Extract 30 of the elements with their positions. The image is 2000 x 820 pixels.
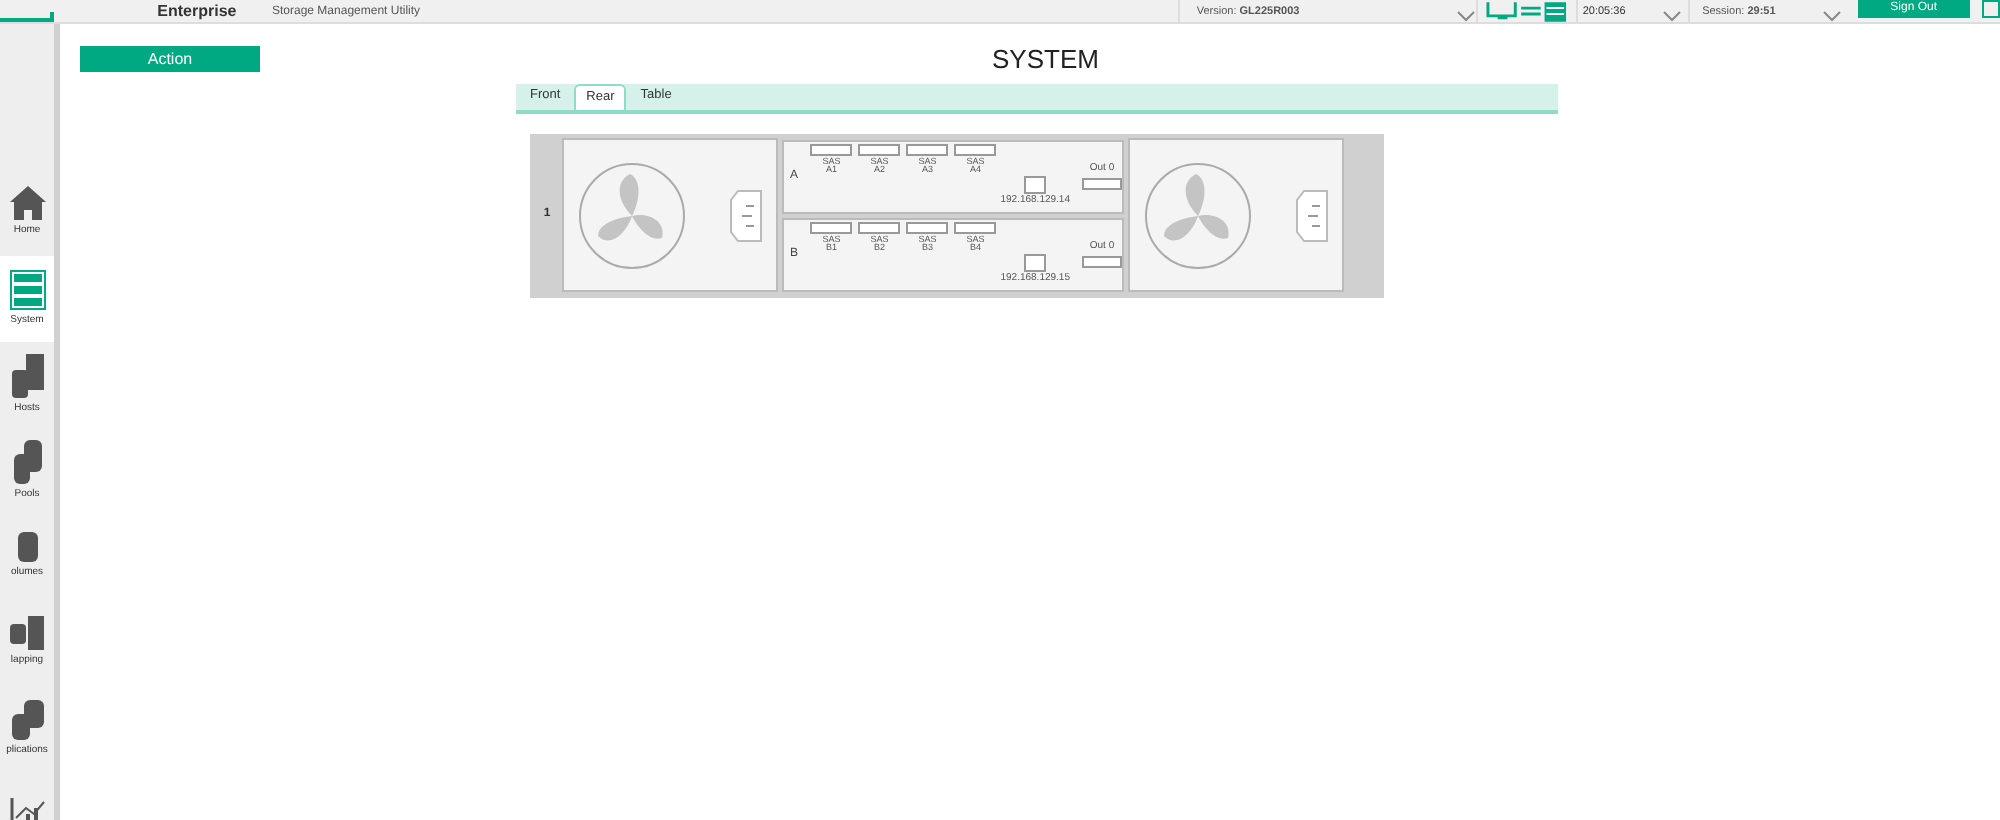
cylinder-icon: [17, 532, 37, 563]
help-button[interactable]: [1981, 0, 2000, 18]
storage-system-icon[interactable]: [1486, 2, 1569, 22]
sas-port[interactable]: [858, 143, 901, 155]
power-socket-icon: [730, 189, 762, 241]
sas-port[interactable]: [906, 143, 949, 155]
cylinders-icon: [13, 439, 41, 484]
chevron-down-icon[interactable]: [1822, 10, 1843, 22]
sas-port[interactable]: [906, 221, 949, 233]
power-socket-icon: [1296, 189, 1328, 241]
sas-port[interactable]: [954, 221, 997, 233]
servers-icon: [11, 353, 43, 398]
sas-port[interactable]: [810, 143, 853, 155]
chevron-down-icon[interactable]: [1662, 10, 1683, 22]
ethernet-port[interactable]: [1024, 254, 1047, 272]
out-port[interactable]: [1082, 256, 1122, 269]
rack-icon: [9, 269, 45, 310]
sas-port[interactable]: [858, 221, 901, 233]
brand-name: Enterprise: [157, 2, 239, 22]
ethernet-port[interactable]: [1024, 176, 1047, 194]
mapping-icon: [10, 616, 44, 651]
house-icon: [9, 186, 45, 221]
sas-port[interactable]: [954, 143, 997, 155]
chevron-down-icon[interactable]: [1456, 10, 1477, 22]
replication-icon: [11, 699, 43, 740]
page-title: SYSTEM: [992, 42, 1099, 78]
out-port[interactable]: [1082, 178, 1122, 191]
fan-icon: [1144, 161, 1252, 269]
sas-port[interactable]: [810, 221, 853, 233]
fan-icon: [578, 161, 686, 269]
